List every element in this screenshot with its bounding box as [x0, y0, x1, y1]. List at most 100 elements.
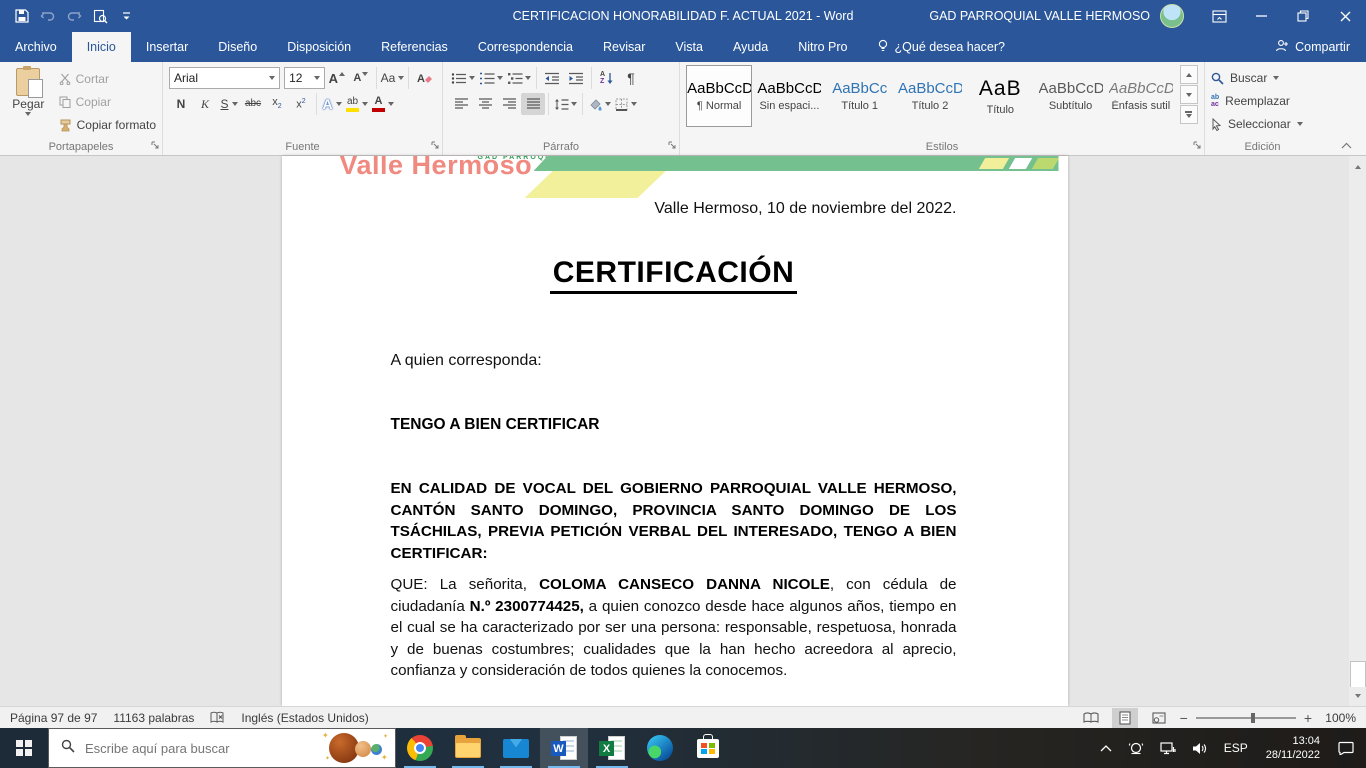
grow-font-button[interactable]: A: [325, 67, 349, 89]
taskbar-word[interactable]: W: [540, 728, 588, 768]
vertical-scrollbar[interactable]: [1349, 156, 1366, 706]
style-titulo-1[interactable]: AaBbCc Título 1: [827, 65, 893, 127]
taskbar-excel[interactable]: X: [588, 728, 636, 768]
italic-button[interactable]: K: [193, 93, 217, 115]
paragraph-dialog-launcher-icon[interactable]: [668, 140, 676, 152]
styles-scroll-up-icon[interactable]: [1180, 65, 1198, 84]
print-preview-icon[interactable]: [88, 4, 112, 28]
account-name[interactable]: GAD PARROQUIAL VALLE HERMOSO: [929, 9, 1150, 23]
tab-diseno[interactable]: Diseño: [203, 32, 272, 62]
style-titulo-2[interactable]: AaBbCcD Título 2: [897, 65, 963, 127]
zoom-thumb[interactable]: [1251, 713, 1255, 723]
language-indicator[interactable]: Inglés (Estados Unidos): [241, 711, 368, 725]
share-button[interactable]: Compartir: [1259, 32, 1366, 62]
shading-button[interactable]: [586, 93, 613, 115]
zoom-in-icon[interactable]: +: [1304, 711, 1312, 725]
ribbon-display-options-icon[interactable]: [1198, 0, 1240, 32]
action-center-icon[interactable]: [1332, 728, 1360, 768]
zoom-slider[interactable]: − +: [1180, 711, 1312, 725]
bold-button[interactable]: N: [169, 93, 193, 115]
cut-button[interactable]: Cortar: [59, 69, 156, 89]
styles-dialog-launcher-icon[interactable]: [1193, 140, 1201, 152]
font-name-dropdown-icon[interactable]: [269, 76, 275, 80]
superscript-button[interactable]: x2: [289, 93, 313, 115]
subscript-button[interactable]: x2: [265, 93, 289, 115]
change-case-button[interactable]: Aa: [380, 67, 405, 89]
paste-button[interactable]: Pegar: [6, 66, 51, 138]
align-right-button[interactable]: [497, 93, 521, 115]
tray-chevron-icon[interactable]: [1094, 728, 1118, 768]
network-icon[interactable]: [1154, 728, 1182, 768]
replace-button[interactable]: ab ac Reemplazar: [1211, 91, 1314, 111]
minimize-icon[interactable]: [1240, 0, 1282, 32]
save-icon[interactable]: [10, 4, 34, 28]
clock[interactable]: 13:04 28/11/2022: [1258, 734, 1328, 763]
undo-icon[interactable]: [36, 4, 60, 28]
word-count[interactable]: 11163 palabras: [113, 711, 194, 725]
zoom-track[interactable]: [1196, 717, 1296, 719]
text-effects-button[interactable]: A: [320, 93, 344, 115]
underline-button[interactable]: S: [217, 93, 241, 115]
tab-ayuda[interactable]: Ayuda: [718, 32, 783, 62]
customize-qat-icon[interactable]: [114, 4, 138, 28]
align-left-button[interactable]: [449, 93, 473, 115]
taskbar-edge[interactable]: [636, 728, 684, 768]
close-icon[interactable]: [1324, 0, 1366, 32]
format-painter-button[interactable]: Copiar formato: [59, 115, 156, 135]
search-input[interactable]: [83, 740, 321, 757]
decrease-indent-button[interactable]: [540, 67, 564, 89]
font-dialog-launcher-icon[interactable]: [431, 140, 439, 152]
meet-now-icon[interactable]: [1122, 728, 1150, 768]
paste-dropdown-icon[interactable]: [25, 112, 31, 116]
tab-insertar[interactable]: Insertar: [131, 32, 203, 62]
account-avatar[interactable]: [1160, 4, 1184, 28]
highlight-button[interactable]: ab: [344, 93, 370, 115]
redo-icon[interactable]: [62, 4, 86, 28]
clear-formatting-button[interactable]: A: [412, 67, 436, 89]
select-button[interactable]: Seleccionar: [1211, 114, 1314, 134]
shrink-font-button[interactable]: A: [349, 67, 373, 89]
scrollbar-thumb[interactable]: [1350, 661, 1366, 689]
numbering-button[interactable]: [477, 67, 505, 89]
taskbar-chrome[interactable]: [396, 728, 444, 768]
font-name-combo[interactable]: Arial: [169, 67, 280, 89]
proofing-icon[interactable]: [210, 711, 225, 724]
read-mode-icon[interactable]: [1078, 708, 1104, 728]
font-color-button[interactable]: A: [370, 93, 396, 115]
style-sin-espaciado[interactable]: AaBbCcDc Sin espaci...: [756, 65, 822, 127]
clipboard-dialog-launcher-icon[interactable]: [151, 140, 159, 152]
align-center-button[interactable]: [473, 93, 497, 115]
tab-correspondencia[interactable]: Correspondencia: [463, 32, 588, 62]
collapse-ribbon-icon[interactable]: [1341, 138, 1352, 152]
scroll-up-icon[interactable]: [1349, 158, 1366, 175]
style-subtitulo[interactable]: AaBbCcD Subtítulo: [1037, 65, 1103, 127]
tab-archivo[interactable]: Archivo: [0, 32, 72, 62]
font-size-dropdown-icon[interactable]: [314, 76, 320, 80]
taskbar-file-explorer[interactable]: [444, 728, 492, 768]
document-page[interactable]: GAD PARROQUIAL Valle Hermoso Valle Hermo…: [282, 156, 1068, 706]
borders-button[interactable]: [613, 93, 639, 115]
tell-me-box[interactable]: ¿Qué desea hacer?: [863, 32, 1020, 62]
justify-button[interactable]: [521, 93, 545, 115]
scroll-down-icon[interactable]: [1349, 687, 1366, 704]
tab-revisar[interactable]: Revisar: [588, 32, 660, 62]
taskbar-mail[interactable]: [492, 728, 540, 768]
taskbar-search[interactable]: ✦ ✦ ✦ ✦: [48, 728, 396, 768]
line-spacing-button[interactable]: [552, 93, 579, 115]
sort-button[interactable]: AZ: [595, 67, 619, 89]
page-indicator[interactable]: Página 97 de 97: [10, 711, 97, 725]
tab-referencias[interactable]: Referencias: [366, 32, 463, 62]
tab-vista[interactable]: Vista: [660, 32, 718, 62]
multilevel-list-button[interactable]: [505, 67, 533, 89]
zoom-out-icon[interactable]: −: [1180, 711, 1188, 725]
font-size-combo[interactable]: 12: [284, 67, 325, 89]
language-tray[interactable]: ESP: [1218, 728, 1254, 768]
styles-more-icon[interactable]: [1180, 105, 1198, 124]
tab-nitro-pro[interactable]: Nitro Pro: [783, 32, 862, 62]
show-marks-button[interactable]: ¶: [619, 67, 643, 89]
print-layout-icon[interactable]: [1112, 708, 1138, 728]
tab-disposicion[interactable]: Disposición: [272, 32, 366, 62]
styles-scroll-down-icon[interactable]: [1180, 85, 1198, 104]
strikethrough-button[interactable]: abc: [241, 93, 265, 115]
style-titulo[interactable]: AaB Título: [967, 65, 1033, 127]
